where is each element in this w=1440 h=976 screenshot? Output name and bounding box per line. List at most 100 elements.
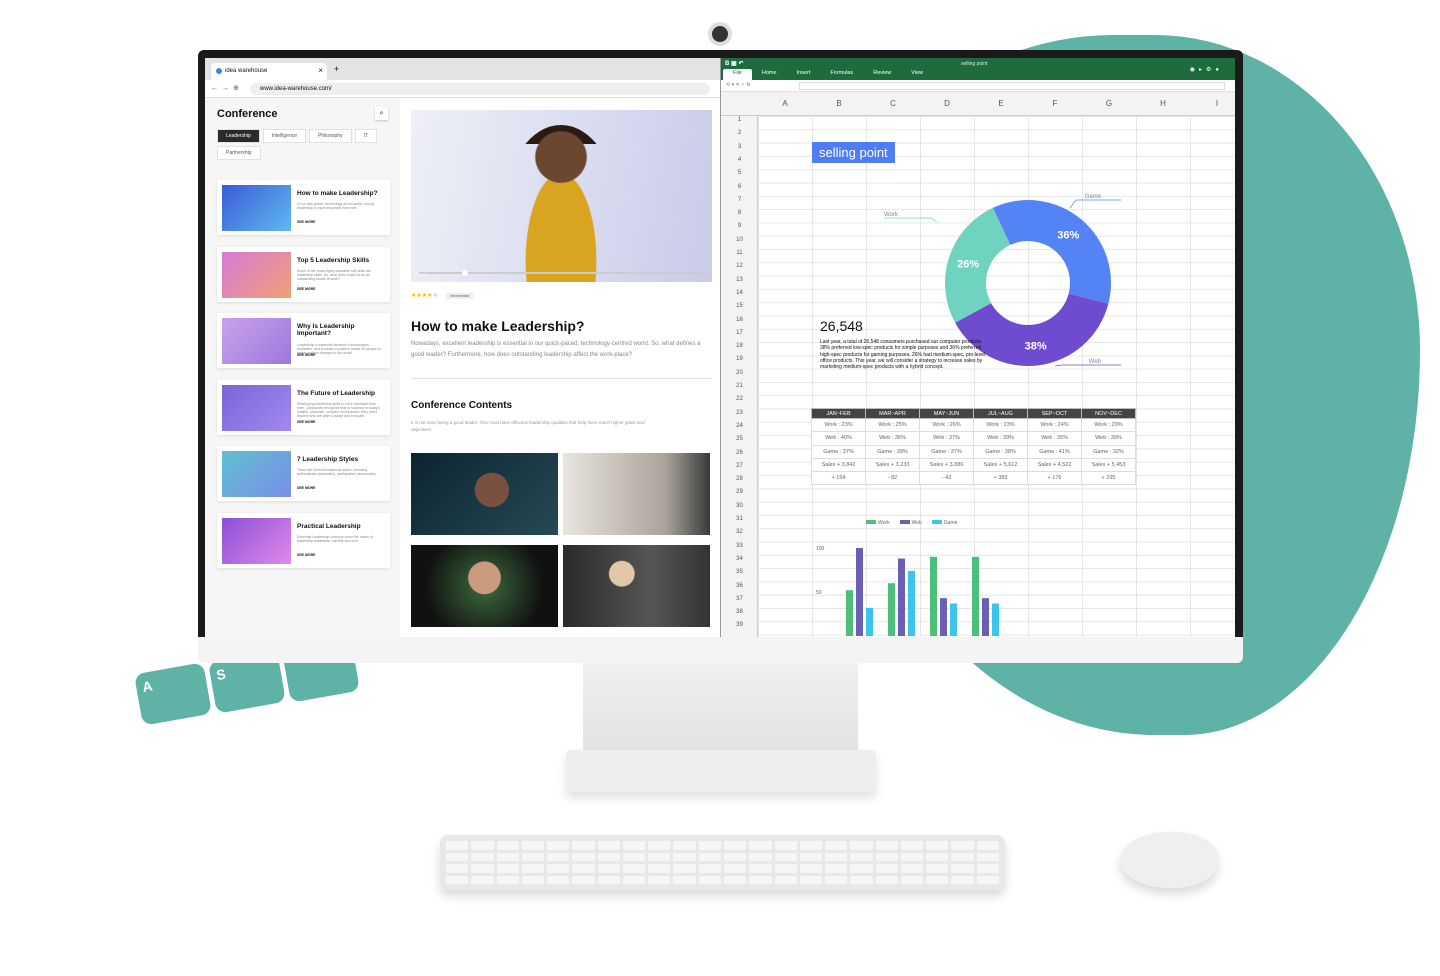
key	[547, 875, 570, 884]
chip-it[interactable]: IT	[354, 129, 377, 143]
key	[951, 875, 974, 884]
key	[673, 864, 696, 873]
list-item[interactable]: 7 Leadership Styles There are several lea…	[217, 446, 390, 501]
key	[446, 875, 469, 884]
chip-leadership[interactable]: Leadership	[217, 129, 260, 143]
key	[799, 875, 823, 884]
see-more-link[interactable]: SEE MORE	[297, 287, 315, 291]
card-title: Why Is Leadership Important?	[297, 323, 355, 337]
key	[597, 864, 620, 873]
bar-work	[972, 556, 979, 636]
video-thumbnail[interactable]	[411, 545, 558, 627]
key	[648, 852, 671, 861]
key	[724, 875, 747, 884]
see-more-link[interactable]: SEE MORE	[297, 420, 315, 424]
card-thumbnail	[222, 517, 291, 564]
key	[900, 841, 924, 850]
key	[774, 864, 797, 873]
card-title: 7 Leadership Styles	[297, 456, 359, 463]
divider	[411, 378, 711, 379]
list-item[interactable]: Practical Leadership Essential Leadership…	[217, 512, 390, 568]
key	[900, 864, 924, 873]
bar-work	[846, 590, 853, 636]
bar-chart: 100 50	[816, 546, 999, 636]
browser-tab[interactable]: idea warehouse ×	[211, 63, 327, 80]
key	[597, 852, 620, 861]
list-item[interactable]: Top 5 Leadership Skills Some of the most …	[217, 246, 390, 302]
key	[698, 875, 721, 884]
mouse	[1120, 832, 1218, 888]
key	[951, 841, 974, 850]
monitor-stand	[583, 663, 858, 758]
key	[875, 852, 898, 861]
card-desc: In our fast-paced, technology-driven wor…	[297, 202, 374, 210]
search-icon[interactable]: ⌕	[375, 107, 388, 120]
key	[471, 841, 494, 850]
see-more-link[interactable]: SEE MORE	[297, 553, 315, 557]
key	[446, 864, 469, 873]
key	[926, 864, 949, 873]
progress-handle[interactable]	[461, 270, 468, 276]
key	[572, 864, 595, 873]
key	[496, 875, 519, 884]
monitor-base	[566, 750, 876, 792]
section-title: Conference Contents	[411, 400, 513, 411]
card-desc: Essential Leadership Lessons cover the t…	[297, 534, 373, 543]
card-thumbnail	[222, 384, 291, 431]
video-player[interactable]: 2:37	[411, 110, 712, 282]
bar-work	[930, 556, 937, 636]
tab-bar: idea warehouse × +	[205, 58, 720, 80]
key	[547, 864, 570, 873]
key	[547, 841, 570, 850]
key	[875, 841, 898, 850]
article-title: How to make Leadership?	[411, 318, 585, 334]
key	[749, 852, 772, 861]
url-input[interactable]: www.idea-warehouse.com/	[250, 83, 710, 95]
key	[926, 852, 949, 861]
key	[521, 875, 545, 884]
spreadsheet-window: B ▣ ↶ selling point File Home Insert Formul…	[720, 58, 1235, 637]
chip-intelligence[interactable]: Intelligence	[262, 129, 307, 143]
card-thumbnail	[222, 451, 291, 497]
card-title: The Future of Leadership	[297, 389, 376, 397]
key	[572, 852, 595, 861]
see-more-link[interactable]: SEE MORE	[297, 220, 315, 224]
key	[698, 852, 721, 861]
see-more-link[interactable]: SEE MORE	[297, 486, 315, 490]
see-more-link[interactable]: SEE MORE	[297, 353, 315, 357]
list-item[interactable]: How to make Leadership? In our fast-paced…	[217, 180, 390, 235]
keycap-a: A	[134, 662, 212, 726]
key	[749, 875, 772, 884]
card-desc: Some of the most highly desirable soft s…	[297, 268, 371, 281]
video-thumbnail[interactable]	[563, 545, 710, 627]
new-tab-icon[interactable]: +	[334, 64, 339, 74]
key	[850, 852, 873, 861]
key	[951, 864, 974, 873]
bar-web	[898, 558, 905, 636]
key	[521, 864, 545, 873]
key	[926, 875, 949, 884]
key	[825, 841, 848, 850]
video-progress-bar[interactable]	[419, 270, 704, 276]
nav-arrows-icon[interactable]: ←→⊕	[211, 84, 243, 92]
chip-partnership[interactable]: Partnership	[217, 146, 261, 160]
video-thumbnail[interactable]	[563, 453, 710, 535]
main-content: 2:37 ★★★★★ Intermediate How to make Lead…	[400, 98, 720, 637]
key	[799, 852, 823, 861]
key	[749, 841, 772, 850]
key	[850, 841, 873, 850]
level-badge: Intermediate	[446, 293, 474, 299]
chip-philosophy[interactable]: Philosophy	[309, 129, 352, 143]
video-thumbnail[interactable]	[411, 453, 558, 535]
list-item[interactable]: The Future of Leadership Developing leade…	[217, 379, 390, 435]
close-tab-icon[interactable]: ×	[318, 66, 323, 75]
sidebar: Conference ⌕ Leadership Intelligence Philo…	[205, 98, 400, 637]
key	[749, 864, 772, 873]
key	[900, 875, 924, 884]
key	[496, 841, 519, 850]
key	[724, 852, 747, 861]
key	[572, 841, 595, 850]
key	[698, 841, 721, 850]
list-item[interactable]: Why Is Leadership Important? Leadership i…	[217, 313, 390, 368]
key	[446, 852, 469, 861]
